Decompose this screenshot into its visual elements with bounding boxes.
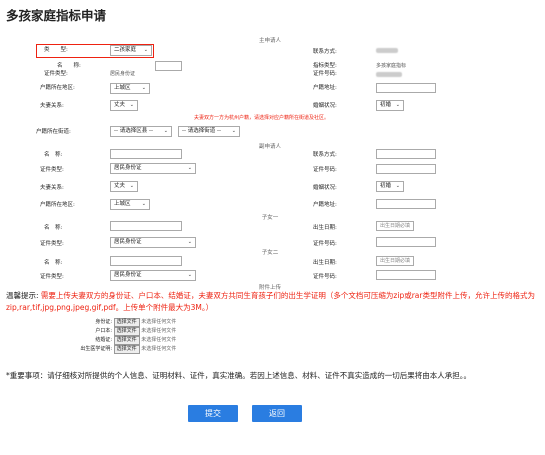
chevron-down-icon: ⌄ — [187, 165, 192, 171]
chevron-down-icon: ⌄ — [141, 85, 146, 91]
street-select[interactable]: -- 请选择街道 -- ⌄ — [178, 126, 240, 137]
choose-file-button[interactable]: 选择文件 — [113, 336, 140, 345]
file-status: 未选择任何文件 — [141, 337, 177, 343]
indicator-value: 多孩家庭指标 — [376, 63, 407, 69]
child2-id-no-label: 证件号码: — [313, 274, 337, 280]
main-address-input[interactable] — [376, 83, 436, 93]
contact-value-redacted — [376, 48, 398, 53]
sec-contact-label: 联系方式: — [313, 152, 337, 158]
address-label: 户籍地址: — [313, 85, 337, 91]
notice-text: 需要上传夫妻双方的身份证、户口本、结婚证，夫妻双方共同生育孩子们的出生学证明（多… — [6, 291, 535, 312]
file-row-birth-cert: 出生医学证明: 选择文件 未选择任何文件 — [36, 345, 176, 354]
name-label: 名 称: — [57, 63, 81, 69]
back-button[interactable]: 返回 — [252, 405, 302, 422]
file-status: 未选择任何文件 — [141, 346, 177, 352]
marital-label: 婚姻状况: — [313, 103, 337, 109]
child1-name-input[interactable] — [110, 221, 182, 231]
type-select[interactable]: 二孩家庭 ⌄ — [110, 45, 152, 56]
sec-region-select[interactable]: 上城区 ⌄ — [110, 199, 150, 210]
child2-id-type-select[interactable]: 居民身份证 ⌄ — [110, 270, 196, 281]
sec-address-label: 户籍地址: — [313, 202, 337, 208]
sec-relation-label: 夫妻关系: — [40, 185, 64, 191]
id-no-value-redacted — [376, 72, 402, 77]
chevron-down-icon: ⌄ — [231, 128, 236, 134]
file-row-id-card: 身份证: 选择文件 未选择任何文件 — [36, 318, 176, 327]
notice-prefix: 温馨提示: — [6, 291, 39, 300]
file-label: 结婚证: — [95, 337, 112, 343]
sec-id-type-select[interactable]: 居民身份证 ⌄ — [110, 163, 196, 174]
id-no-label: 证件号码: — [313, 71, 337, 77]
sec-id-type-label: 证件类型: — [40, 167, 64, 173]
sec-contact-input[interactable] — [376, 149, 436, 159]
marital-select[interactable]: 初婚 ⌄ — [376, 100, 404, 111]
file-label: 出生医学证明: — [80, 346, 112, 352]
child1-id-type-select[interactable]: 居民身份证 ⌄ — [110, 237, 196, 248]
file-status: 未选择任何文件 — [141, 319, 177, 325]
choose-file-button[interactable]: 选择文件 — [113, 318, 140, 327]
child1-id-no-label: 证件号码: — [313, 241, 337, 247]
section-main-applicant: 主申请人 — [258, 38, 282, 44]
child2-name-label: 名 称: — [44, 260, 63, 266]
relation-select[interactable]: 丈夫 ⌄ — [110, 100, 138, 111]
sec-id-no-input[interactable] — [376, 164, 436, 174]
sec-marital-select[interactable]: 初婚 ⌄ — [376, 181, 404, 192]
sec-id-no-label: 证件号码: — [313, 167, 337, 173]
section-secondary-applicant: 副申请人 — [258, 144, 282, 150]
section-child-two: 子女二 — [261, 250, 279, 256]
main-name-input[interactable] — [155, 61, 182, 71]
file-status: 未选择任何文件 — [141, 328, 177, 334]
page-title: 多孩家庭指标申请 — [6, 8, 107, 23]
region-select[interactable]: 上城区 ⌄ — [110, 83, 150, 94]
chevron-down-icon: ⌄ — [129, 102, 134, 108]
child2-birth-input[interactable]: 出生日期必填 — [376, 256, 414, 266]
sec-marital-label: 婚姻状况: — [313, 185, 337, 191]
chevron-down-icon: ⌄ — [395, 183, 400, 189]
chevron-down-icon: ⌄ — [187, 239, 192, 245]
contact-label: 联系方式: — [313, 49, 337, 55]
important-notice: *重要事项：请仔细核对所提供的个人信息、证明材料、证件，真实准确。若因上述信息、… — [6, 371, 471, 380]
sec-name-input[interactable] — [110, 149, 182, 159]
relation-label: 夫妻关系: — [40, 103, 64, 109]
child1-id-type-label: 证件类型: — [40, 241, 64, 247]
choose-file-button[interactable]: 选择文件 — [113, 327, 140, 336]
sec-address-input[interactable] — [376, 199, 436, 209]
file-row-marriage: 结婚证: 选择文件 未选择任何文件 — [36, 336, 176, 345]
region-label: 户籍所在地区: — [40, 85, 75, 91]
child1-birth-label: 出生日期: — [313, 225, 337, 231]
child2-id-no-input[interactable] — [376, 270, 436, 280]
indicator-label: 指标类型: — [313, 63, 337, 69]
chevron-down-icon: ⌄ — [129, 183, 134, 189]
child2-name-input[interactable] — [110, 256, 182, 266]
chevron-down-icon: ⌄ — [395, 102, 400, 108]
submit-button[interactable]: 提交 — [188, 405, 238, 422]
sec-relation-select[interactable]: 丈夫 ⌄ — [110, 181, 138, 192]
street-label: 户籍所在街道: — [36, 129, 71, 135]
file-label: 户口本: — [95, 328, 112, 334]
chevron-down-icon: ⌄ — [187, 272, 192, 278]
sec-name-label: 名 称: — [44, 152, 63, 158]
section-child-one: 子女一 — [261, 215, 279, 221]
chevron-down-icon: ⌄ — [141, 201, 146, 207]
id-type-value: 居民身份证 — [110, 71, 136, 77]
child1-id-no-input[interactable] — [376, 237, 436, 247]
chevron-down-icon: ⌄ — [163, 128, 168, 134]
child2-id-type-label: 证件类型: — [40, 274, 64, 280]
sec-region-label: 户籍所在地区: — [40, 202, 75, 208]
child1-birth-input[interactable]: 出生日期必填 — [376, 221, 414, 231]
file-label: 身份证: — [95, 319, 112, 325]
district-select[interactable]: -- 请选择区县 -- ⌄ — [110, 126, 172, 137]
child1-name-label: 名 称: — [44, 225, 63, 231]
type-label: 类 型: — [44, 47, 68, 53]
file-row-household: 户口本: 选择文件 未选择任何文件 — [36, 327, 176, 336]
street-warning-text: 夫妻双方一方为杭州户籍，请选择对应户籍所在街道及社区。 — [194, 115, 330, 121]
child2-birth-label: 出生日期: — [313, 260, 337, 266]
choose-file-button[interactable]: 选择文件 — [113, 345, 140, 354]
chevron-down-icon: ⌄ — [143, 47, 148, 53]
upload-notice: 温馨提示: 需要上传夫妻双方的身份证、户口本、结婚证，夫妻双方共同生育孩子们的出… — [6, 290, 541, 314]
id-type-label: 证件类型: — [44, 71, 68, 77]
